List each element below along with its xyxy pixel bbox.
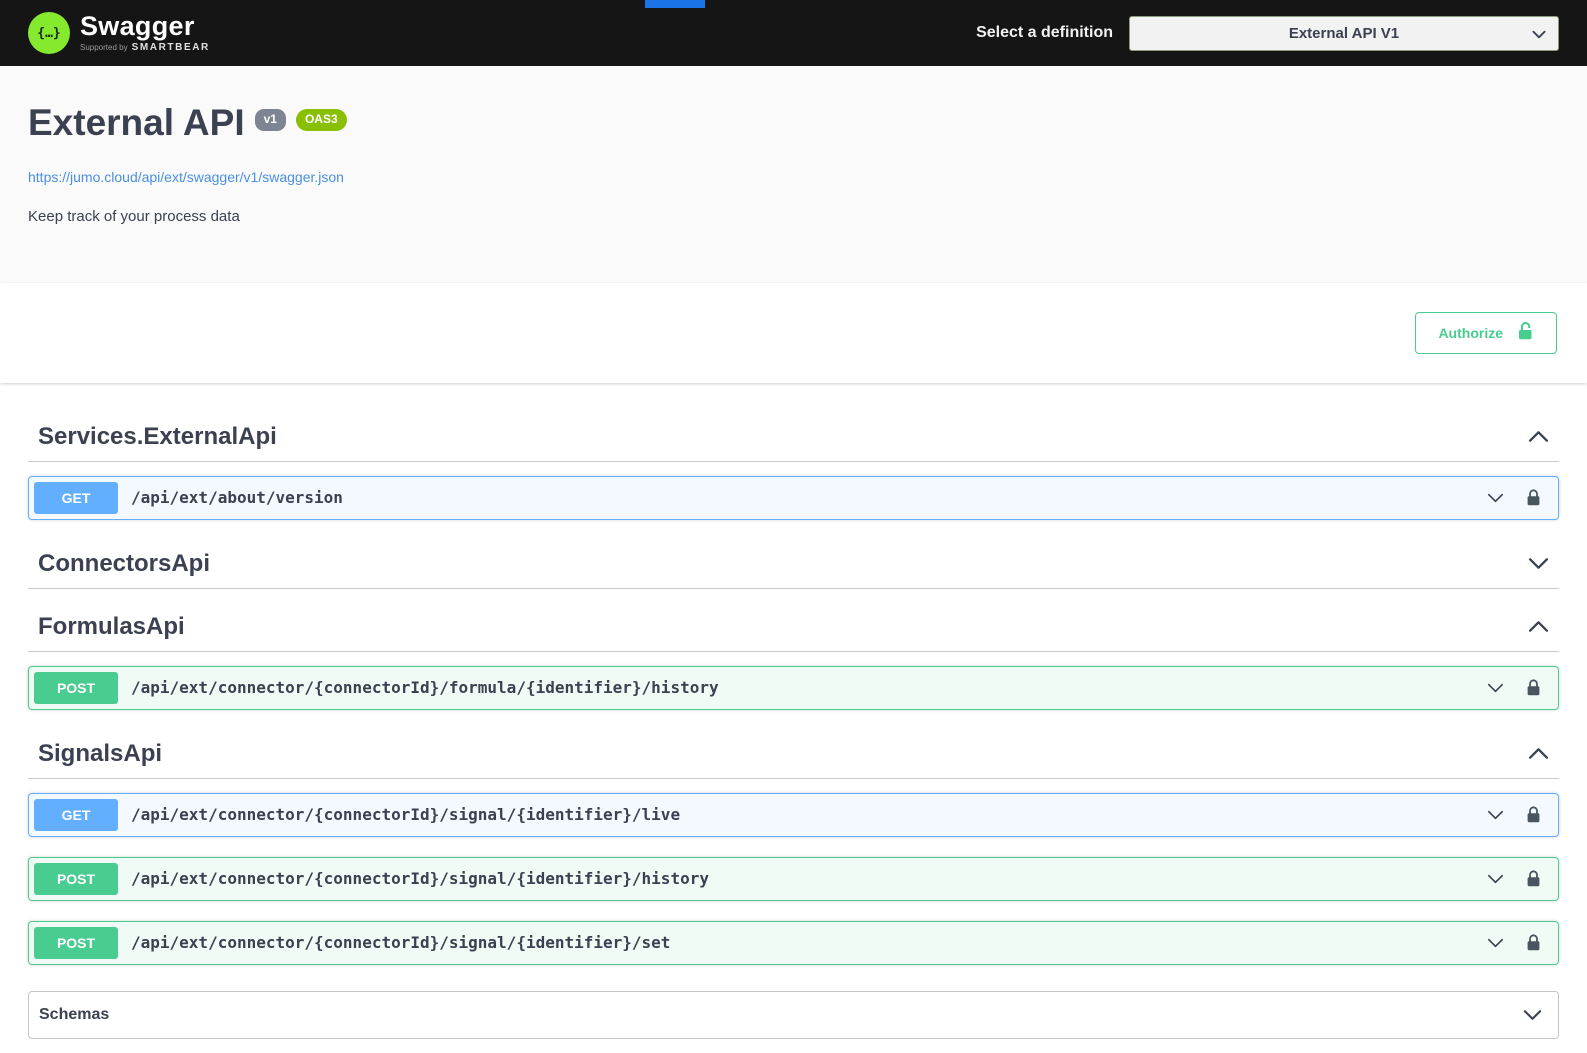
authorize-label: Authorize [1438, 324, 1503, 342]
tag-section: Services.ExternalApi GET/api/ext/about/ve… [28, 413, 1559, 520]
operation-row[interactable]: GET/api/ext/connector/{connectorId}/sign… [28, 793, 1559, 837]
padlock-icon[interactable] [1526, 805, 1541, 824]
version-badge: v1 [255, 109, 286, 131]
unlocked-padlock-icon [1517, 321, 1534, 345]
operation-controls [1487, 805, 1553, 824]
tag-header-FormulasApi[interactable]: FormulasApi [28, 603, 1559, 652]
definition-select[interactable]: External API V1 [1129, 16, 1559, 51]
api-title: External API v1 OAS3 [28, 102, 1559, 145]
tag-title: FormulasApi [38, 613, 185, 641]
brand-text: Swagger Supported by SMARTBEAR [80, 13, 210, 53]
operation-controls [1487, 488, 1553, 507]
brand-subtitle: Supported by SMARTBEAR [80, 43, 210, 53]
tag-title: Services.ExternalApi [38, 423, 277, 451]
chevron-down-icon [1487, 874, 1504, 884]
spec-url-link[interactable]: https://jumo.cloud/api/ext/swagger/v1/sw… [28, 169, 344, 185]
chevron-down-icon [1487, 810, 1504, 820]
scheme-container: Authorize [0, 283, 1587, 383]
logo-glyph: {…} [37, 26, 60, 41]
padlock-icon[interactable] [1526, 678, 1541, 697]
operation-path: /api/ext/connector/{connectorId}/signal/… [131, 869, 709, 888]
operation-path: /api/ext/connector/{connectorId}/formula… [131, 678, 719, 697]
swagger-logo-icon: {…} [28, 12, 70, 54]
operation-controls [1487, 869, 1553, 888]
chevron-down-icon [1532, 30, 1546, 39]
chevron-down-icon [1528, 557, 1549, 570]
schemas-title: Schemas [39, 1006, 109, 1024]
tag-title: ConnectorsApi [38, 550, 210, 578]
padlock-icon[interactable] [1526, 869, 1541, 888]
schemas-section[interactable]: Schemas [28, 991, 1559, 1039]
tag-sections: Services.ExternalApi GET/api/ext/about/ve… [28, 413, 1559, 965]
chevron-down-icon [1487, 493, 1504, 503]
tag-title: SignalsApi [38, 740, 162, 768]
authorize-button[interactable]: Authorize [1415, 312, 1557, 354]
padlock-icon[interactable] [1526, 488, 1541, 507]
api-info: External API v1 OAS3 https://jumo.cloud/… [0, 66, 1587, 283]
tag-header-SignalsApi[interactable]: SignalsApi [28, 730, 1559, 779]
operations-area: Services.ExternalApi GET/api/ext/about/ve… [0, 383, 1587, 965]
operation-controls [1487, 678, 1553, 697]
operation-path: /api/ext/connector/{connectorId}/signal/… [131, 933, 670, 952]
oas3-badge: OAS3 [296, 109, 347, 131]
browser-tab-strip [645, 0, 705, 8]
operation-row[interactable]: GET/api/ext/about/version [28, 476, 1559, 520]
method-badge: POST [34, 927, 118, 959]
swagger-brand[interactable]: {…} Swagger Supported by SMARTBEAR [28, 12, 210, 54]
topbar: {…} Swagger Supported by SMARTBEAR Selec… [0, 0, 1587, 66]
padlock-icon[interactable] [1526, 933, 1541, 952]
tag-header-ConnectorsApi[interactable]: ConnectorsApi [28, 540, 1559, 589]
tag-section: FormulasApi POST/api/ext/connector/{conne… [28, 603, 1559, 710]
definition-picker: Select a definition External API V1 [976, 16, 1559, 51]
select-definition-label: Select a definition [976, 24, 1113, 42]
chevron-up-icon [1528, 747, 1549, 760]
chevron-up-icon [1528, 430, 1549, 443]
chevron-down-icon [1523, 1009, 1542, 1021]
operation-path: /api/ext/about/version [131, 488, 343, 507]
operation-row[interactable]: POST/api/ext/connector/{connectorId}/sig… [28, 857, 1559, 901]
supported-by-label: Supported by [80, 44, 128, 52]
api-description: Keep track of your process data [28, 208, 1559, 225]
smartbear-label: SMARTBEAR [132, 43, 210, 53]
chevron-down-icon [1487, 683, 1504, 693]
method-badge: POST [34, 672, 118, 704]
selected-definition-value: External API V1 [1289, 25, 1399, 42]
operation-controls [1487, 933, 1553, 952]
method-badge: POST [34, 863, 118, 895]
tag-section: ConnectorsApi [28, 540, 1559, 589]
brand-name: Swagger [80, 13, 210, 40]
method-badge: GET [34, 799, 118, 831]
tag-header-Services.ExternalApi[interactable]: Services.ExternalApi [28, 413, 1559, 462]
chevron-up-icon [1528, 620, 1549, 633]
method-badge: GET [34, 482, 118, 514]
operation-path: /api/ext/connector/{connectorId}/signal/… [131, 805, 680, 824]
operation-row[interactable]: POST/api/ext/connector/{connectorId}/for… [28, 666, 1559, 710]
chevron-down-icon [1487, 938, 1504, 948]
api-title-text: External API [28, 102, 245, 145]
operation-row[interactable]: POST/api/ext/connector/{connectorId}/sig… [28, 921, 1559, 965]
tag-section: SignalsApi GET/api/ext/connector/{connect… [28, 730, 1559, 965]
